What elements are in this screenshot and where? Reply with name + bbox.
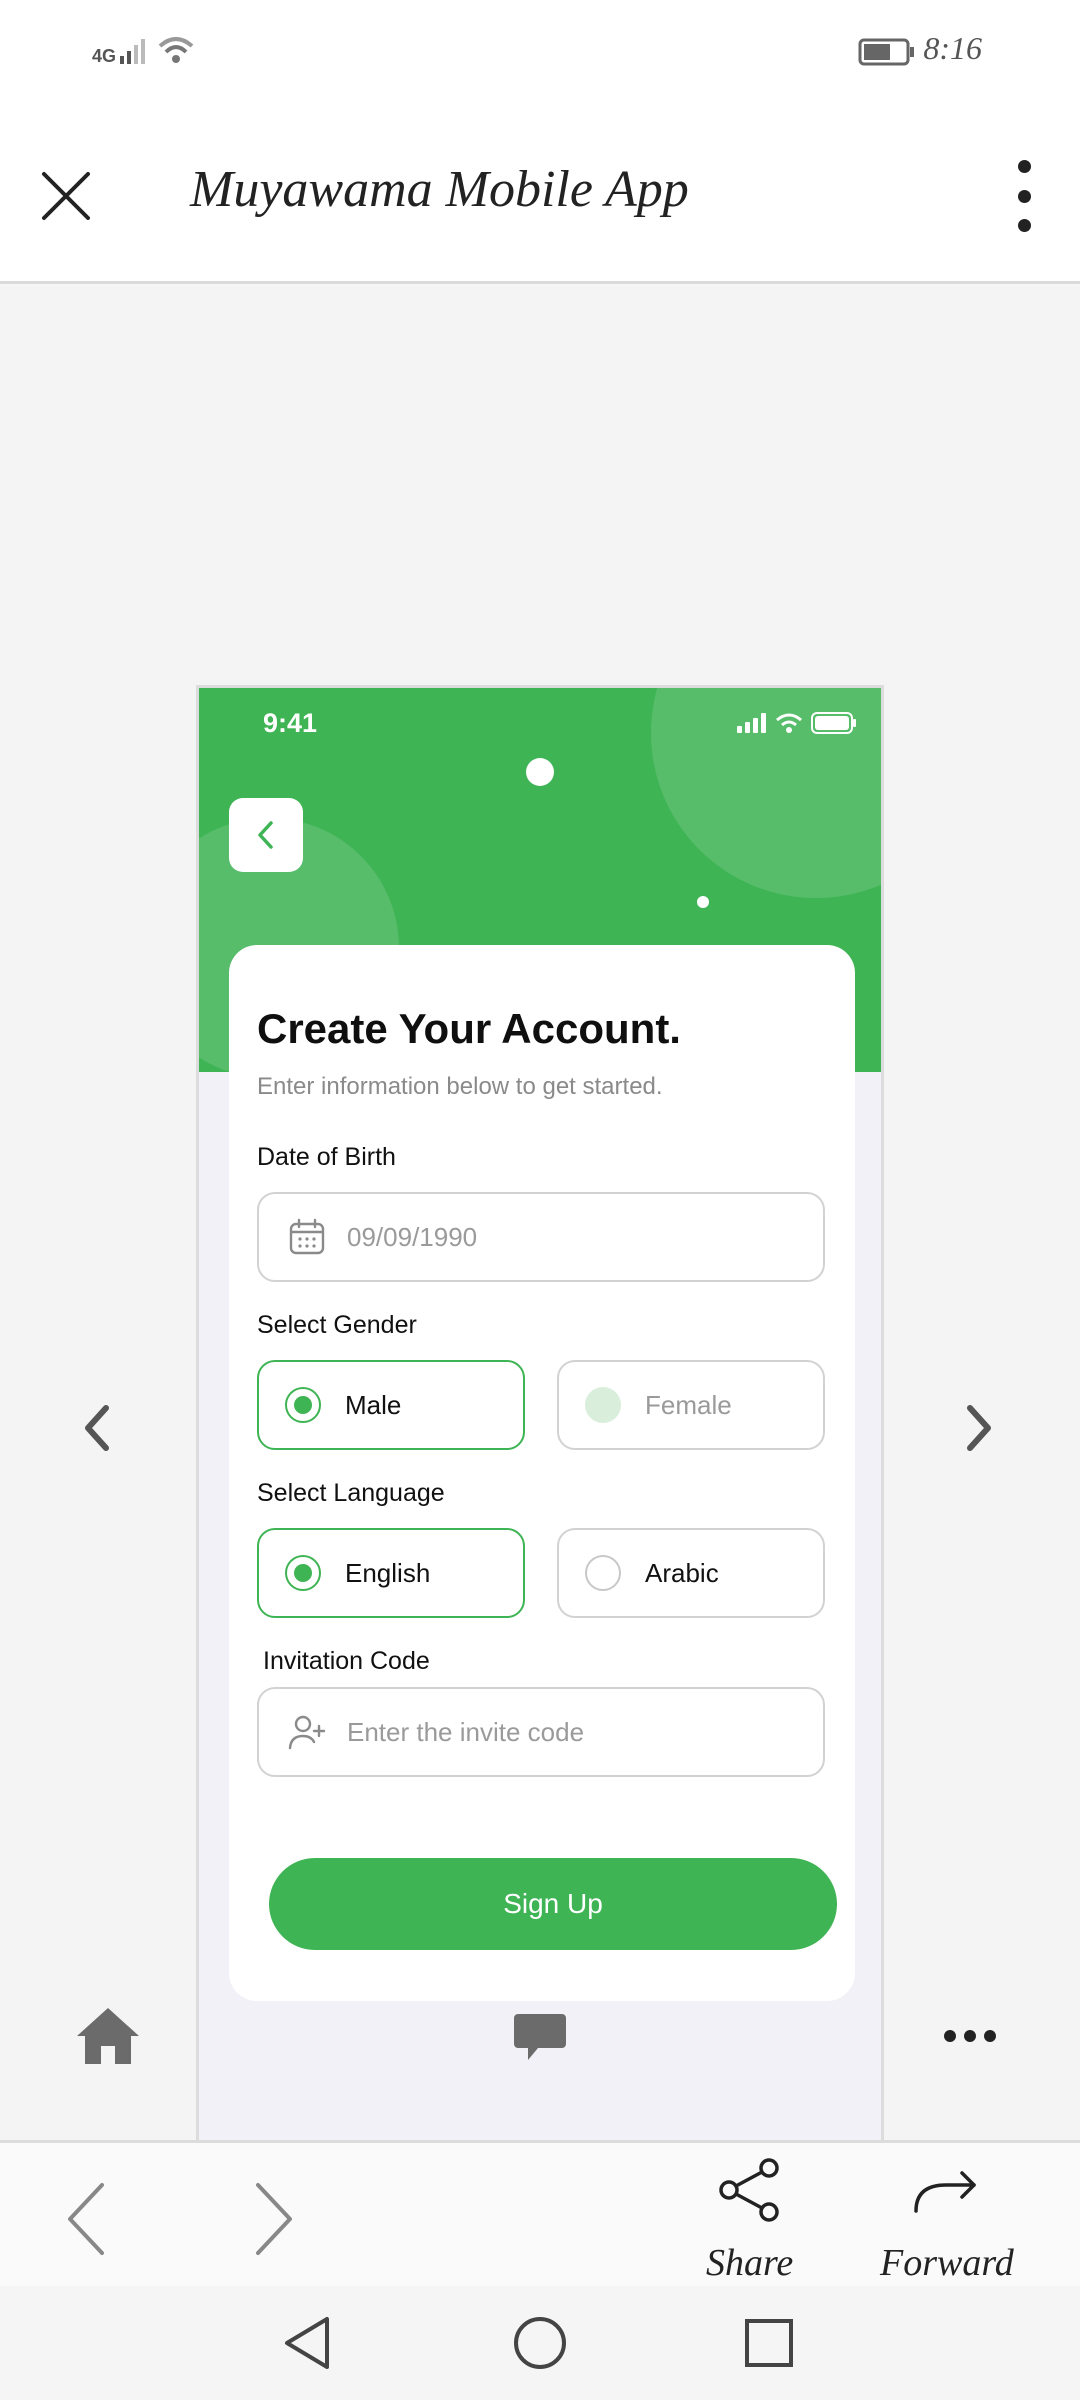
system-recents-button[interactable] xyxy=(734,2308,804,2378)
add-user-icon xyxy=(287,1712,327,1752)
action-bar xyxy=(0,1986,1080,2086)
invite-label: Invitation Code xyxy=(263,1647,430,1675)
forward-label: Forward xyxy=(880,2242,1014,2284)
close-button[interactable] xyxy=(36,166,96,226)
dob-value: 09/09/1990 xyxy=(347,1221,478,1252)
wifi-icon xyxy=(158,37,194,63)
gender-option-label: Female xyxy=(645,1389,732,1420)
radio-selected-icon xyxy=(285,1555,321,1591)
battery-icon xyxy=(811,712,856,734)
more-options-button[interactable] xyxy=(1004,160,1044,232)
signal-icon xyxy=(737,713,766,733)
decorative-dot xyxy=(697,896,709,908)
phone-mockup: 9:41 Create Your Account. Enter informat… xyxy=(196,685,884,2171)
bottom-navigation: Share Forward xyxy=(0,2140,1080,2286)
app-header: Muyawama Mobile App xyxy=(0,108,1080,284)
chevron-right-icon xyxy=(256,2183,292,2255)
language-option-label: English xyxy=(345,1557,431,1588)
square-recents-icon xyxy=(745,2319,793,2367)
form-title: Create Your Account. xyxy=(257,1005,681,1052)
triangle-back-icon xyxy=(285,2317,329,2369)
dob-field[interactable]: 09/09/1990 xyxy=(257,1192,825,1282)
share-label: Share xyxy=(706,2242,794,2284)
system-status-bar: 4G 8:16 xyxy=(0,0,1080,108)
battery-icon xyxy=(858,38,914,66)
browser-forward-button[interactable] xyxy=(244,2179,304,2259)
close-icon xyxy=(42,172,90,220)
phone-clock: 9:41 xyxy=(263,708,318,738)
wifi-icon xyxy=(776,713,802,733)
next-screen-button[interactable] xyxy=(950,1378,1010,1478)
radio-unselected-icon xyxy=(585,1387,621,1423)
network-type: 4G xyxy=(92,46,117,66)
preview-viewer: 9:41 Create Your Account. Enter informat… xyxy=(0,286,1080,2171)
language-option-label: Arabic xyxy=(645,1557,719,1588)
system-navigation-bar xyxy=(0,2286,1080,2400)
chevron-left-icon xyxy=(258,821,273,849)
radio-unselected-icon xyxy=(585,1555,621,1591)
language-label: Select Language xyxy=(257,1479,445,1507)
back-button[interactable] xyxy=(229,798,303,872)
decorative-dot xyxy=(526,758,554,786)
sign-up-button[interactable]: Sign Up xyxy=(269,1858,837,1950)
previous-screen-button[interactable] xyxy=(66,1378,126,1478)
calendar-icon xyxy=(287,1217,327,1257)
kebab-menu-icon xyxy=(1017,160,1031,173)
comments-button[interactable] xyxy=(500,1996,580,2076)
invite-code-input[interactable]: Enter the invite code xyxy=(257,1687,825,1777)
gender-label: Select Gender xyxy=(257,1311,417,1339)
language-option-arabic[interactable]: Arabic xyxy=(557,1528,825,1618)
system-back-button[interactable] xyxy=(272,2308,342,2378)
browser-back-button[interactable] xyxy=(56,2179,116,2259)
share-icon xyxy=(719,2158,779,2222)
gender-option-label: Male xyxy=(345,1389,402,1420)
page-title: Muyawama Mobile App xyxy=(190,161,689,218)
chevron-right-icon xyxy=(967,1405,991,1451)
network-indicator: 4G xyxy=(92,34,196,66)
chevron-left-icon xyxy=(85,1405,109,1451)
signal-icon xyxy=(120,39,145,64)
system-clock: 8:16 xyxy=(923,30,982,66)
system-home-button[interactable] xyxy=(505,2308,575,2378)
more-actions-button[interactable] xyxy=(930,1996,1010,2076)
dob-label: Date of Birth xyxy=(257,1143,396,1171)
language-option-english[interactable]: English xyxy=(257,1528,525,1618)
more-horizontal-icon xyxy=(944,2030,996,2042)
phone-status-icons xyxy=(737,712,857,734)
home-icon xyxy=(77,2008,139,2064)
share-button[interactable]: Share xyxy=(690,2153,810,2289)
home-button[interactable] xyxy=(68,1996,148,2076)
invite-placeholder: Enter the invite code xyxy=(347,1716,585,1747)
gender-option-female[interactable]: Female xyxy=(557,1360,825,1450)
chat-bubble-icon xyxy=(514,2014,566,2060)
form-subtitle: Enter information below to get started. xyxy=(257,1073,663,1100)
circle-home-icon xyxy=(514,2317,566,2369)
gender-option-male[interactable]: Male xyxy=(257,1360,525,1450)
forward-button[interactable]: Forward xyxy=(876,2153,1016,2289)
forward-arrow-icon xyxy=(914,2171,976,2213)
radio-selected-icon xyxy=(285,1387,321,1423)
chevron-left-icon xyxy=(68,2183,104,2255)
signup-form-card: Create Your Account. Enter information b… xyxy=(229,945,855,2001)
